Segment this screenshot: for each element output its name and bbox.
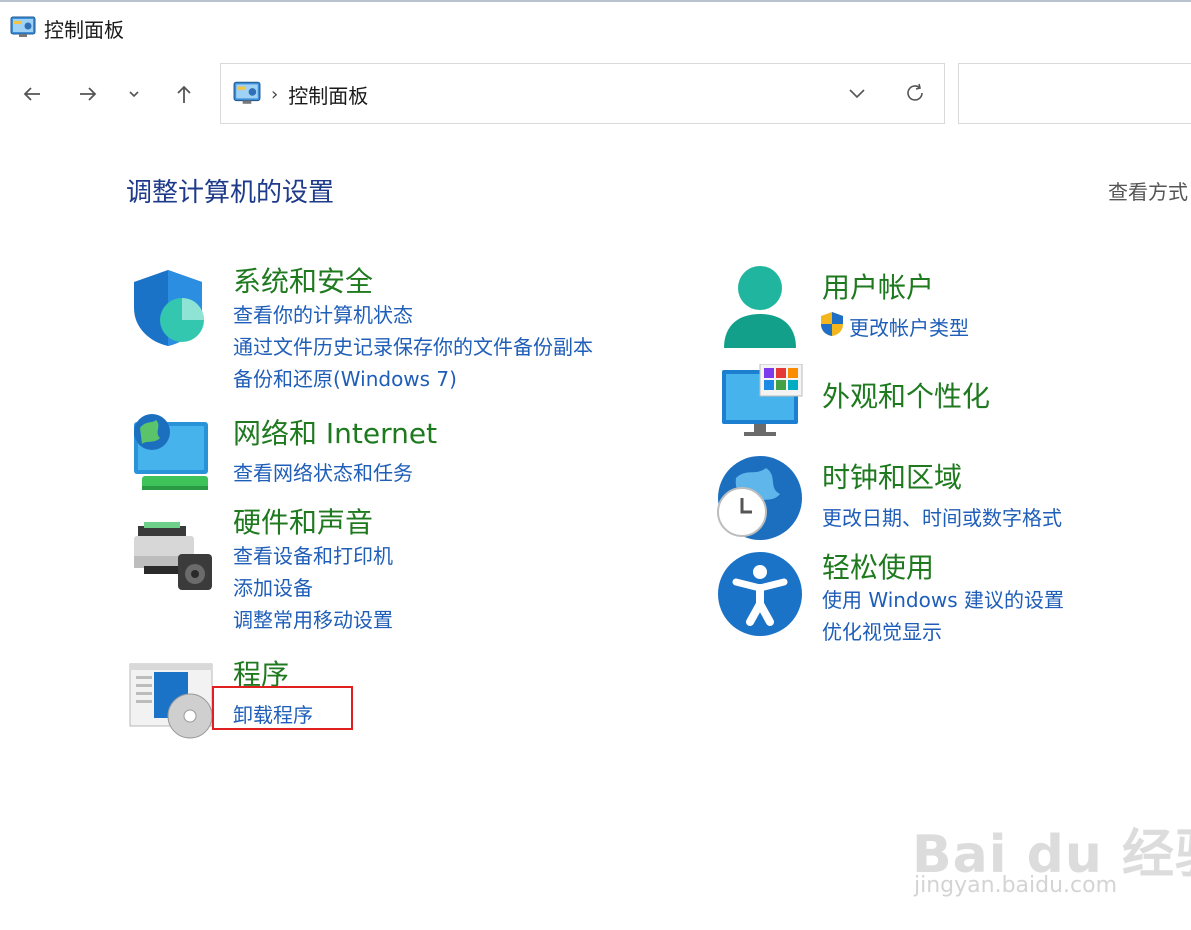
refresh-icon: [907, 83, 923, 101]
up-button[interactable]: [168, 78, 200, 110]
shield-icon[interactable]: [130, 268, 210, 352]
control-panel-icon: [233, 81, 261, 109]
link-optimize-visual-display[interactable]: 优化视觉显示: [822, 616, 942, 645]
back-button[interactable]: [16, 78, 48, 110]
control-panel-icon: [10, 16, 36, 42]
clock-globe-icon[interactable]: [716, 454, 804, 546]
category-system-security[interactable]: 系统和安全: [233, 260, 373, 300]
category-clock-region[interactable]: 时钟和区域: [822, 456, 962, 496]
link-mobility-settings[interactable]: 调整常用移动设置: [233, 604, 393, 633]
printer-speaker-icon[interactable]: [132, 520, 214, 596]
breadcrumb-separator-icon: ›: [271, 84, 279, 105]
appearance-monitor-icon[interactable]: [720, 363, 804, 444]
user-account-icon[interactable]: [720, 264, 800, 356]
window-title: 控制面板: [44, 18, 124, 42]
chevron-down-icon: [849, 89, 865, 99]
category-ease-of-access[interactable]: 轻松使用: [822, 546, 934, 586]
link-backup-restore-win7[interactable]: 备份和还原(Windows 7): [233, 363, 457, 392]
category-appearance[interactable]: 外观和个性化: [822, 375, 990, 415]
accessibility-icon[interactable]: [716, 550, 804, 642]
programs-disc-icon[interactable]: [128, 662, 214, 744]
link-view-computer-status[interactable]: 查看你的计算机状态: [233, 299, 413, 328]
forward-button[interactable]: [72, 78, 104, 110]
search-box[interactable]: [958, 63, 1191, 124]
arrow-left-icon: [23, 87, 40, 101]
link-windows-recommended-settings[interactable]: 使用 Windows 建议的设置: [822, 584, 1064, 613]
network-globe-icon[interactable]: [128, 410, 212, 498]
link-change-date-time-format[interactable]: 更改日期、时间或数字格式: [822, 502, 1062, 531]
recent-locations-button[interactable]: [120, 78, 148, 110]
arrow-right-icon: [80, 87, 97, 101]
uac-shield-icon: [819, 311, 845, 341]
breadcrumb-item[interactable]: 控制面板: [288, 80, 368, 109]
page-heading: 调整计算机的设置: [126, 178, 335, 208]
link-view-network-status[interactable]: 查看网络状态和任务: [233, 457, 413, 486]
watermark-url: jingyan.baidu.com: [914, 873, 1118, 898]
link-change-account-type[interactable]: 更改帐户类型: [849, 312, 969, 341]
arrow-up-icon: [177, 85, 191, 103]
link-file-history-backup[interactable]: 通过文件历史记录保存你的文件备份副本: [233, 331, 593, 360]
chevron-down-icon: [129, 91, 139, 98]
title-bar: 控制面板: [10, 14, 124, 43]
highlight-box: [212, 686, 353, 730]
category-hardware-sound[interactable]: 硬件和声音: [233, 501, 373, 541]
refresh-button[interactable]: [904, 82, 926, 108]
link-add-device[interactable]: 添加设备: [233, 572, 313, 601]
link-view-devices-printers[interactable]: 查看设备和打印机: [233, 540, 393, 569]
address-dropdown-button[interactable]: [846, 82, 868, 108]
category-network-internet[interactable]: 网络和 Internet: [233, 412, 437, 452]
category-user-accounts[interactable]: 用户帐户: [822, 266, 934, 306]
window-top-border: [0, 0, 1191, 2]
view-by-label[interactable]: 查看方式: [1108, 176, 1188, 205]
address-bar[interactable]: › 控制面板: [220, 63, 945, 124]
